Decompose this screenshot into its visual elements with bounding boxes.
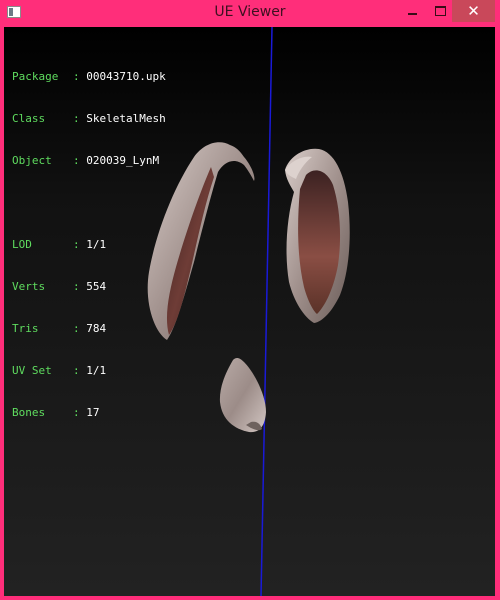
close-icon: ✕ [467, 2, 480, 20]
info-row-verts: Verts: 554 [12, 280, 107, 293]
info-value-object: 020039_LynM [86, 154, 160, 167]
title-bar[interactable]: UE Viewer ✕ [0, 0, 500, 27]
info-row-bones: Bones: 17 [12, 406, 100, 419]
info-value-package: 00043710.upk [86, 70, 166, 83]
vertical-axis-line [260, 27, 273, 596]
info-row-package: Package: 00043710.upk [12, 70, 166, 83]
info-row-uvset: UV Set: 1/1 [12, 364, 107, 377]
info-key-package: Package [12, 70, 59, 83]
info-value-uvset: 1/1 [86, 364, 107, 377]
info-row-tris: Tris: 784 [12, 322, 107, 335]
info-value-class: SkeletalMesh [86, 112, 166, 125]
info-row-lod: LOD: 1/1 [12, 238, 107, 251]
info-key-bones: Bones [12, 406, 46, 419]
info-value-lod: 1/1 [86, 238, 107, 251]
tail-mesh [219, 357, 266, 433]
info-value-bones: 17 [86, 406, 100, 419]
mesh-info-overlay: Package: 00043710.upk Class: SkeletalMes… [12, 42, 166, 448]
info-key-lod: LOD [12, 238, 32, 251]
3d-viewport[interactable]: Package: 00043710.upk Class: SkeletalMes… [4, 27, 495, 596]
info-key-object: Object [12, 154, 52, 167]
info-row-class: Class: SkeletalMesh [12, 112, 166, 125]
maximize-icon [434, 6, 446, 16]
ue-viewer-window: UE Viewer ✕ Package: 00043710.upk Class… [0, 0, 500, 600]
info-value-tris: 784 [86, 322, 107, 335]
info-key-class: Class [12, 112, 46, 125]
info-value-verts: 554 [86, 280, 107, 293]
info-key-uvset: UV Set [12, 364, 52, 377]
minimize-icon [407, 13, 417, 15]
maximize-button[interactable] [426, 0, 454, 22]
minimize-button[interactable] [398, 0, 426, 22]
info-row-object: Object: 020039_LynM [12, 154, 160, 167]
info-key-verts: Verts [12, 280, 46, 293]
close-button[interactable]: ✕ [452, 0, 495, 22]
info-key-tris: Tris [12, 322, 39, 335]
right-ear-mesh [285, 148, 350, 323]
